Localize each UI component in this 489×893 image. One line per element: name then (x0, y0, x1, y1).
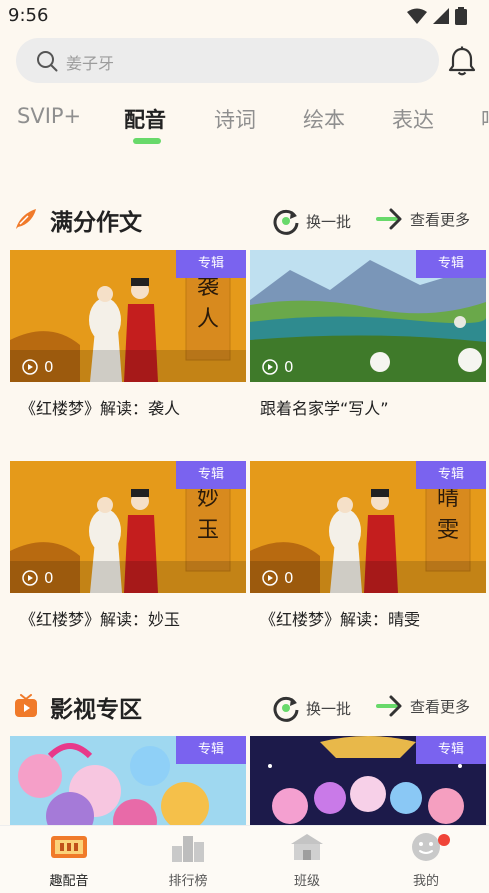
profile-icon (412, 833, 440, 861)
album-badge: 专辑 (176, 461, 246, 489)
quill-icon (16, 209, 36, 229)
tab-svip[interactable]: SVIP+ (17, 104, 81, 128)
play-count-value: 0 (44, 569, 54, 587)
refresh-label: 换一批 (306, 212, 352, 231)
play-count: 0 (262, 358, 294, 376)
search-row: 姜子牙 (16, 38, 476, 84)
nav-label: 排行榜 (168, 874, 208, 889)
search-placeholder: 姜子牙 (66, 54, 115, 73)
arrow-right-icon (376, 208, 402, 230)
svg-text:雯: 雯 (437, 518, 459, 543)
album-badge: 专辑 (416, 461, 486, 489)
tab-picture-book[interactable]: 绘本 (303, 104, 345, 134)
card-title: 《红楼梦》解读：晴雯 (260, 610, 421, 629)
play-count-value: 0 (284, 569, 294, 587)
bottom-navigation: 趣配音 排行榜 班级 我的 (0, 825, 489, 893)
album-badge: 专辑 (416, 736, 486, 764)
tab-more[interactable]: 吗 (481, 104, 489, 134)
view-more-label: 查看更多 (410, 697, 471, 716)
svg-text:晴: 晴 (437, 486, 459, 511)
section-title: 影视专区 (50, 697, 142, 723)
play-icon (22, 570, 38, 586)
play-count: 0 (22, 358, 54, 376)
status-bar: 9:56 (0, 0, 489, 34)
view-more-button[interactable]: 查看更多 (376, 207, 470, 231)
nav-ranking[interactable]: 排行榜 (148, 832, 228, 889)
bell-icon[interactable] (448, 46, 476, 76)
card-thumbnail: 专辑 (250, 736, 486, 825)
signal-icon (433, 8, 449, 24)
svg-text:袭: 袭 (197, 275, 219, 300)
svg-text:人: 人 (197, 307, 219, 332)
class-icon (291, 834, 323, 860)
card-thumbnail: 妙 玉 专辑 0 (10, 461, 246, 593)
refresh-label: 换一批 (306, 699, 352, 718)
battery-icon (455, 7, 467, 25)
category-tabs: SVIP+ 配音 诗词 绘本 表达 吗 (0, 100, 489, 150)
play-count-value: 0 (284, 358, 294, 376)
card-title: 跟着名家学“写人” (260, 399, 389, 418)
tab-dubbing[interactable]: 配音 (124, 104, 166, 134)
ranking-icon (172, 836, 204, 862)
refresh-icon (273, 696, 299, 722)
nav-label: 趣配音 (49, 874, 89, 889)
refresh-button[interactable]: 换一批 (272, 694, 351, 722)
play-count: 0 (262, 569, 294, 587)
section-header-film: 影视专区 换一批 查看更多 (0, 688, 489, 728)
status-icons (407, 7, 467, 25)
status-time: 9:56 (8, 5, 49, 26)
refresh-icon (273, 209, 299, 235)
card-title: 《红楼梦》解读：袭人 (20, 399, 181, 418)
tab-indicator (133, 138, 161, 144)
card-thumbnail: 专辑 0 (250, 250, 486, 382)
album-badge: 专辑 (416, 250, 486, 278)
search-icon (37, 51, 58, 72)
dub-icon (51, 836, 87, 858)
play-icon (262, 570, 278, 586)
album-card-fairies[interactable]: 专辑 (250, 736, 486, 825)
nav-class[interactable]: 班级 (267, 832, 347, 889)
section-title: 满分作文 (50, 210, 142, 236)
play-count: 0 (22, 569, 54, 587)
search-input[interactable]: 姜子牙 (16, 38, 439, 83)
tab-expression[interactable]: 表达 (392, 104, 434, 134)
card-thumbnail: 袭 人 专辑 0 (10, 250, 246, 382)
card-thumbnail: 专辑 (10, 736, 246, 825)
nav-label: 班级 (293, 874, 320, 889)
view-more-label: 查看更多 (410, 210, 471, 229)
play-count-value: 0 (44, 358, 54, 376)
tv-icon (15, 694, 37, 717)
play-icon (262, 359, 278, 375)
svg-text:玉: 玉 (197, 518, 219, 543)
album-badge: 专辑 (176, 250, 246, 278)
card-thumbnail: 晴 雯 专辑 0 (250, 461, 486, 593)
refresh-button[interactable]: 换一批 (272, 207, 351, 235)
card-title: 《红楼梦》解读：妙玉 (20, 610, 181, 629)
nav-dubbing[interactable]: 趣配音 (29, 832, 109, 889)
nav-label: 我的 (412, 874, 439, 889)
tab-poetry[interactable]: 诗词 (214, 104, 256, 134)
view-more-button[interactable]: 查看更多 (376, 694, 470, 718)
section-header-essay: 满分作文 换一批 查看更多 (0, 201, 489, 241)
album-card-pony[interactable]: 专辑 (10, 736, 246, 825)
album-badge: 专辑 (176, 736, 246, 764)
notification-dot (438, 834, 450, 846)
arrow-right-icon (376, 695, 402, 717)
wifi-icon (407, 8, 427, 24)
svg-text:妙: 妙 (197, 486, 219, 511)
nav-profile[interactable]: 我的 (386, 832, 466, 889)
play-icon (22, 359, 38, 375)
